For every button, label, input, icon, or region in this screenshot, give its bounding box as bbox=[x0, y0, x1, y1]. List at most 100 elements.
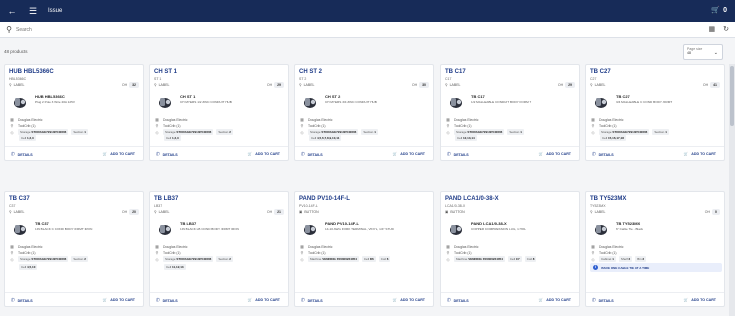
cells-label: Cell bbox=[602, 136, 608, 140]
section-label: Section bbox=[218, 130, 229, 134]
cart-count: 0 bbox=[723, 6, 727, 14]
menu-icon[interactable]: ☰ bbox=[24, 6, 42, 17]
issue-note: i ISSUE ONE CABLE TIE AT A TIME bbox=[590, 263, 722, 272]
product-sku: TY523MX bbox=[590, 204, 606, 208]
chevron-down-icon: ⌄ bbox=[713, 50, 718, 56]
product-description: CH MYERS 1/2 ZINC CONDUIT HUB bbox=[180, 100, 232, 104]
on-hand: OH 20 bbox=[122, 209, 139, 215]
product-title[interactable]: TB TY523MX bbox=[590, 196, 626, 202]
results-header: 48 products Page size 48 ⌄ bbox=[0, 38, 735, 64]
card-divider bbox=[295, 292, 433, 293]
product-title[interactable]: TB LB37 bbox=[154, 196, 178, 202]
type-label: LABEL bbox=[158, 83, 170, 87]
on-hand-label: OH bbox=[121, 210, 128, 214]
distributor-name: Douglas Electric bbox=[308, 117, 333, 122]
details-button[interactable]: ⓘ DETAILS bbox=[11, 298, 33, 303]
product-image bbox=[450, 98, 462, 108]
add-to-cart-button[interactable]: 🛒 ADD TO CART bbox=[684, 152, 716, 156]
refresh-icon[interactable]: ↻ bbox=[723, 25, 729, 33]
details-button[interactable]: ⓘ DETAILS bbox=[447, 152, 469, 157]
add-to-cart-button[interactable]: 🛒 ADD TO CART bbox=[539, 152, 571, 156]
page-title: Issue bbox=[48, 8, 63, 14]
details-label: DETAILS bbox=[17, 298, 33, 303]
add-to-cart-button[interactable]: 🛒 ADD TO CART bbox=[248, 152, 280, 156]
product-card[interactable]: CH ST 2 ST 2 ⚲ LABEL OH 30 CH ST 2 CH MYER… bbox=[294, 64, 434, 161]
section-label: Section bbox=[218, 257, 229, 261]
search-input[interactable] bbox=[16, 26, 656, 33]
location-name: ToolCrib (1) bbox=[18, 123, 36, 128]
product-title[interactable]: PAND LCA1/0-38-X bbox=[445, 196, 499, 202]
details-label: DETAILS bbox=[17, 152, 33, 157]
product-title[interactable]: PAND PV10-14F-L bbox=[299, 196, 350, 202]
location-pin-icon: ⚲ bbox=[591, 123, 595, 128]
tag-icon: ◇ bbox=[591, 129, 595, 135]
storage-type: Cabinet bbox=[601, 257, 612, 261]
tag-icon: ◇ bbox=[10, 256, 14, 262]
details-button[interactable]: ⓘ DETAILS bbox=[592, 152, 614, 157]
product-card[interactable]: PAND LCA1/0-38-X LCA1/0-38-X ▣ BUTTON PAN… bbox=[440, 191, 580, 307]
add-to-cart-button[interactable]: 🛒 ADD TO CART bbox=[684, 298, 716, 302]
product-title[interactable]: TB C17 bbox=[445, 69, 466, 75]
product-card[interactable]: TB LB37 LB37 ⚲ LABEL OH 21 TB LB37 1IN BLA… bbox=[149, 191, 289, 307]
product-card[interactable]: TB C27 C27 ⚲ LABEL OH 41 TB C27 3/4 MALLEA… bbox=[585, 64, 725, 161]
page-size-select[interactable]: Page size 48 ⌄ bbox=[683, 44, 723, 60]
distributor-row: ▦ Douglas Electric bbox=[9, 244, 42, 249]
product-card[interactable]: TB C17 C17 ⚲ LABEL OH 29 TB C17 1/2 MALLEA… bbox=[440, 64, 580, 161]
on-hand-count: 21 bbox=[274, 209, 284, 215]
info-icon: ⓘ bbox=[592, 298, 596, 302]
add-to-cart-button[interactable]: 🛒 ADD TO CART bbox=[393, 298, 425, 302]
product-card[interactable]: PAND PV10-14F-L PV10-14F-L ▣ BUTTON PAND … bbox=[294, 191, 434, 307]
storage-row: ◇ Machine VENDING F06306224054 Cell D6 C… bbox=[299, 256, 391, 262]
barcode-scan-icon[interactable]: ▦ bbox=[709, 25, 716, 33]
on-hand: OH 41 bbox=[703, 82, 720, 88]
product-name: TB C27 bbox=[616, 94, 630, 99]
cells-chip: Cell 4,5,6,7,8,9,10,11 bbox=[309, 135, 342, 141]
cells-chip: Cell 12,13,14 bbox=[455, 135, 477, 141]
details-button[interactable]: ⓘ DETAILS bbox=[301, 152, 323, 157]
location-name: ToolCrib (1) bbox=[454, 123, 472, 128]
product-card[interactable]: TB TY523MX TY523MX ⚲ LABEL OH 0 TB TY523MX… bbox=[585, 191, 725, 307]
product-card[interactable]: TB C37 C37 ⚲ LABEL OH 20 TB C37 1IN BLACK … bbox=[4, 191, 144, 307]
product-image bbox=[159, 225, 171, 235]
add-to-cart-button[interactable]: 🛒 ADD TO CART bbox=[103, 152, 135, 156]
back-arrow-icon[interactable]: ← bbox=[3, 6, 21, 16]
product-title[interactable]: TB C37 bbox=[9, 196, 30, 202]
details-button[interactable]: ⓘ DETAILS bbox=[156, 152, 178, 157]
add-to-cart-button[interactable]: 🛒 ADD TO CART bbox=[103, 298, 135, 302]
details-button[interactable]: ⓘ DETAILS bbox=[156, 298, 178, 303]
building-icon: ▦ bbox=[10, 117, 14, 122]
scrollbar-thumb[interactable] bbox=[730, 66, 734, 126]
product-name: TB C37 bbox=[35, 221, 49, 226]
section-label: Cell bbox=[509, 257, 516, 261]
product-title[interactable]: CH ST 1 bbox=[154, 69, 177, 75]
tag-icon: ⚲ bbox=[445, 83, 448, 87]
details-button[interactable]: ⓘ DETAILS bbox=[447, 298, 469, 303]
page-size-value: 48 bbox=[687, 51, 691, 55]
add-to-cart-button[interactable]: 🛒 ADD TO CART bbox=[248, 298, 280, 302]
on-hand-label: OH bbox=[557, 83, 564, 87]
storage-type: Machine bbox=[310, 257, 322, 261]
add-to-cart-button[interactable]: 🛒 ADD TO CART bbox=[539, 298, 571, 302]
details-label: DETAILS bbox=[307, 298, 323, 303]
add-to-cart-button[interactable]: 🛒 ADD TO CART bbox=[393, 152, 425, 156]
tag-icon: ◇ bbox=[155, 129, 159, 135]
distributor-name: Douglas Electric bbox=[18, 117, 43, 122]
product-title[interactable]: TB C27 bbox=[590, 69, 611, 75]
storage-type: Storage bbox=[165, 257, 176, 261]
details-button[interactable]: ⓘ DETAILS bbox=[592, 298, 614, 303]
details-label: DETAILS bbox=[453, 152, 469, 157]
product-title[interactable]: HUB HBL5366C bbox=[9, 69, 54, 75]
details-button[interactable]: ⓘ DETAILS bbox=[11, 152, 33, 157]
type-label: LABEL bbox=[594, 83, 606, 87]
section-chip: Cell C7 bbox=[507, 256, 522, 262]
cart-button[interactable]: 🛒 0 bbox=[711, 6, 727, 15]
product-card[interactable]: HUB HBL5366C HBL5366C ⚲ LABEL OH 32 HUB HB… bbox=[4, 64, 144, 161]
details-button[interactable]: ⓘ DETAILS bbox=[301, 298, 323, 303]
card-divider bbox=[5, 292, 143, 293]
product-title[interactable]: CH ST 2 bbox=[299, 69, 322, 75]
scrollbar[interactable] bbox=[729, 64, 735, 316]
product-sku: ST 1 bbox=[154, 77, 162, 81]
cells-value: 12,13,14 bbox=[463, 136, 475, 140]
product-card[interactable]: CH ST 1 ST 1 ⚲ LABEL OH 29 CH ST 1 CH MYER… bbox=[149, 64, 289, 161]
storage-code: STORAGE72913F540606 bbox=[176, 130, 212, 134]
